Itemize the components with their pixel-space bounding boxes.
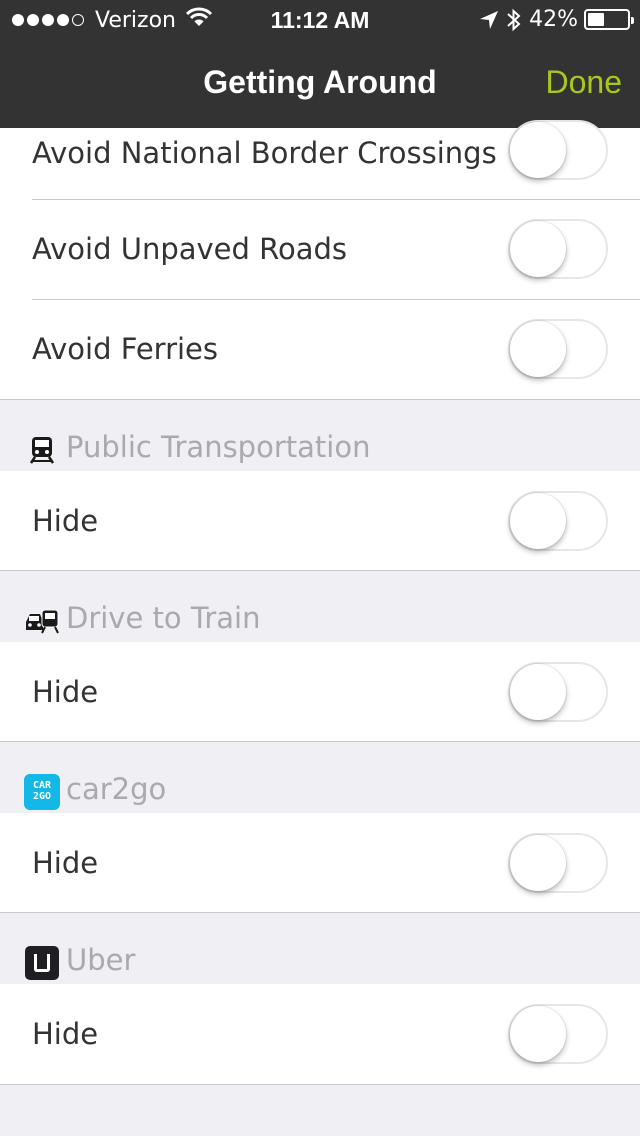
battery-level (588, 13, 604, 26)
section-title: Uber (66, 943, 136, 977)
settings-screen: Verizon 11:12 AM 42% Getting Around Done… (0, 0, 640, 1136)
nav-bar: Getting Around Done (0, 40, 640, 128)
car2go-logo-text: CAR 2GO (24, 774, 60, 810)
drive-to-train-hide-row[interactable]: Hide (0, 642, 640, 742)
public-transportation-header: Public Transportation (0, 399, 640, 471)
uber-logo-icon (24, 945, 60, 981)
avoid-unpaved-roads-row[interactable]: Avoid Unpaved Roads (0, 199, 640, 299)
section-title: Drive to Train (66, 601, 261, 635)
row-label: Hide (32, 504, 99, 538)
done-button[interactable]: Done (546, 64, 623, 101)
uber-hide-row[interactable]: Hide (0, 984, 640, 1084)
uber-group: Hide (0, 984, 640, 1085)
bluetooth-icon (507, 8, 521, 32)
car2go-hide-toggle[interactable] (508, 833, 608, 893)
uber-header: Uber (0, 912, 640, 984)
public-transportation-hide-row[interactable]: Hide (0, 471, 640, 571)
row-label: Hide (32, 675, 99, 709)
drive-to-train-header: Drive to Train (0, 570, 640, 642)
car2go-hide-row[interactable]: Hide (0, 813, 640, 913)
public-transportation-group: Hide (0, 471, 640, 572)
header: Verizon 11:12 AM 42% Getting Around Done (0, 0, 640, 128)
avoid-unpaved-roads-toggle[interactable] (508, 219, 608, 279)
row-label: Avoid Ferries (32, 332, 219, 366)
battery-icon (584, 9, 634, 30)
train-icon (24, 432, 60, 468)
location-arrow-icon (479, 10, 499, 30)
avoid-border-crossings-toggle[interactable] (508, 120, 608, 180)
uber-hide-toggle[interactable] (508, 1004, 608, 1064)
row-label: Avoid Unpaved Roads (32, 232, 348, 266)
row-label: Hide (32, 846, 99, 880)
car2go-group: Hide (0, 813, 640, 914)
drive-to-train-group: Hide (0, 642, 640, 743)
status-bar: Verizon 11:12 AM 42% (0, 0, 640, 40)
avoid-options-group: Avoid National Border Crossings Avoid Un… (0, 120, 640, 400)
section-title: Public Transportation (66, 430, 371, 464)
page-title: Getting Around (203, 64, 437, 100)
avoid-border-crossings-row[interactable]: Avoid National Border Crossings (0, 120, 640, 199)
avoid-ferries-row[interactable]: Avoid Ferries (0, 299, 640, 399)
avoid-ferries-toggle[interactable] (508, 319, 608, 379)
public-transportation-hide-toggle[interactable] (508, 491, 608, 551)
row-label: Avoid National Border Crossings (32, 136, 497, 170)
status-right: 42% (479, 7, 634, 32)
car2go-header: CAR 2GO car2go (0, 741, 640, 813)
car2go-logo-icon: CAR 2GO (24, 774, 60, 810)
car-train-icon (24, 603, 60, 639)
row-label: Hide (32, 1017, 99, 1051)
battery-percent: 42% (529, 7, 578, 32)
section-title: car2go (66, 772, 167, 806)
drive-to-train-hide-toggle[interactable] (508, 662, 608, 722)
